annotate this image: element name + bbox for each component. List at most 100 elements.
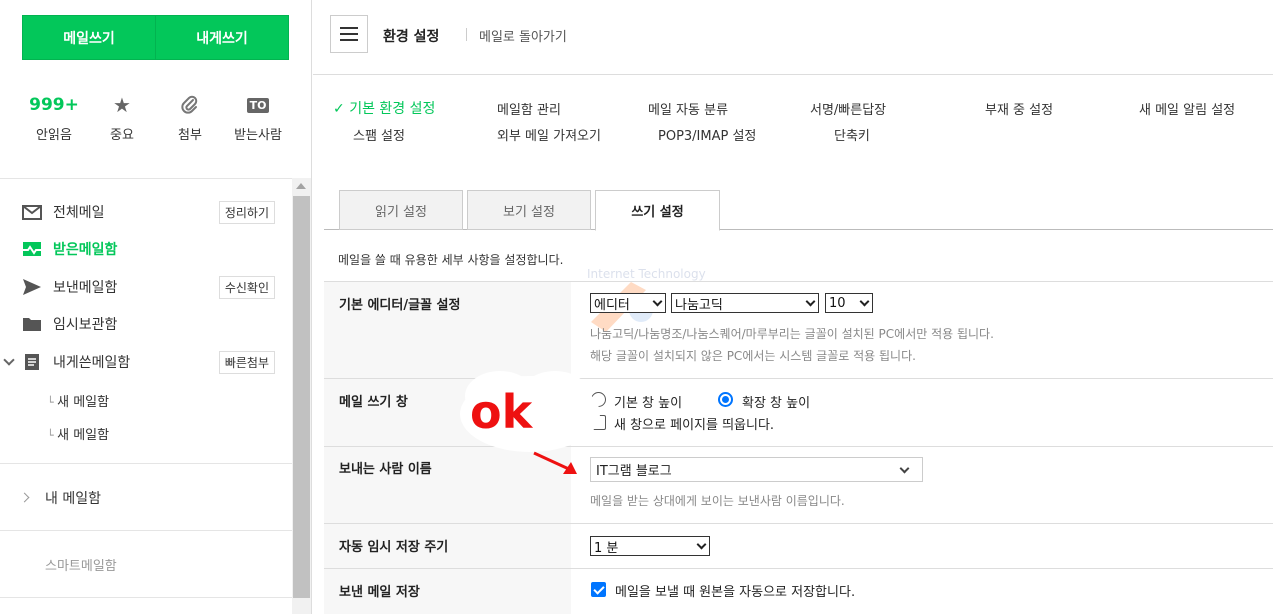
paperclip-icon	[181, 92, 199, 118]
folder-to-me[interactable]: 내게쓴메일함 빠른첨부	[0, 347, 290, 377]
chevron-down-icon	[805, 296, 816, 307]
folder-label: 전체메일	[53, 205, 105, 221]
nav-pop3-imap[interactable]: POP3/IMAP 설정	[658, 125, 756, 144]
nav-out-of-office[interactable]: 부재 중 설정	[985, 99, 1053, 118]
unread-count: 999+	[29, 95, 79, 115]
nav-label: 기본 환경 설정	[349, 101, 436, 117]
editor-select[interactable]: 에디터	[590, 293, 666, 313]
scroll-up-icon[interactable]	[296, 183, 306, 189]
my-mailbox[interactable]: 내 메일함	[0, 483, 290, 513]
nav-auto-filter[interactable]: 메일 자동 분류	[648, 99, 728, 118]
folder-label: 받은메일함	[53, 242, 118, 258]
app-window: 메일쓰기 내게쓰기 999+ 안읽음 ★ 중요 첨부 TO 받는사람 전체메일 …	[0, 0, 1273, 614]
chevron-right-icon[interactable]	[19, 492, 30, 503]
menu-icon-line	[340, 39, 358, 41]
sidebar: 메일쓰기 내게쓰기 999+ 안읽음 ★ 중요 첨부 TO 받는사람 전체메일 …	[0, 0, 312, 614]
font-note-2: 해당 글꼴이 설치되지 않은 PC에서는 시스템 글꼴로 적용 됩니다.	[590, 349, 916, 363]
document-icon	[22, 353, 42, 371]
subfolder-label: 새 메일함	[57, 428, 110, 443]
new-window-label: 새 창으로 페이지를 띄웁니다.	[614, 418, 775, 433]
font-note-1: 나눔고딕/나눔명조/나눔스퀘어/마루부리는 글꼴이 설치된 PC에서만 적용 됩…	[590, 327, 994, 341]
font-select[interactable]: 나눔고딕	[671, 293, 819, 313]
tab-write-settings[interactable]: 쓰기 설정	[595, 190, 720, 231]
quick-filters: 999+ 안읽음 ★ 중요 첨부 TO 받는사람	[20, 92, 292, 143]
unread-filter[interactable]: 999+ 안읽음	[20, 92, 88, 143]
nav-basic-settings[interactable]: ✓ 기본 환경 설정	[333, 98, 435, 118]
folder-icon	[22, 315, 42, 333]
important-filter[interactable]: ★ 중요	[88, 92, 156, 143]
branch-icon: └	[47, 396, 58, 409]
section-description: 메일을 쓸 때 유용한 세부 사항을 설정합니다.	[338, 253, 564, 267]
quick-attach-button[interactable]: 빠른첨부	[218, 350, 275, 374]
divider	[0, 597, 292, 598]
select-value: 에디터	[594, 297, 630, 313]
top-bar: 환경 설정 메일로 돌아가기	[313, 0, 1273, 75]
autosave-interval-select[interactable]: 1 분	[590, 536, 710, 556]
save-sent-label: 메일을 보낼 때 원본을 자동으로 저장합니다.	[615, 585, 856, 600]
send-icon	[22, 278, 42, 296]
recipient-filter[interactable]: TO 받는사람	[224, 92, 292, 143]
chevron-down-icon	[696, 539, 707, 550]
select-value: 나눔고딕	[675, 297, 723, 313]
folder-drafts[interactable]: 임시보관함	[0, 309, 290, 339]
subfolder-item[interactable]: └ 새 메일함	[47, 424, 109, 443]
folder-label: 임시보관함	[53, 317, 118, 333]
row-label-text: 보낸 메일 저장	[339, 585, 420, 600]
settings-tabs: 읽기 설정 보기 설정 쓰기 설정	[324, 190, 1273, 231]
extended-height-radio[interactable]	[718, 392, 733, 407]
chevron-down-icon	[652, 296, 663, 307]
folder-all-mail[interactable]: 전체메일 정리하기	[0, 197, 290, 227]
nav-new-mail-alert[interactable]: 새 메일 알림 설정	[1139, 99, 1235, 118]
divider	[0, 178, 292, 179]
row-label: 기본 에디터/글꼴 설정	[324, 282, 571, 378]
nav-spam-settings[interactable]: 스팸 설정	[353, 125, 405, 144]
important-label: 중요	[110, 128, 134, 143]
annotation-ok-text: ok	[470, 385, 533, 439]
chevron-down-icon	[859, 296, 870, 307]
nav-external-mail[interactable]: 외부 메일 가져오기	[497, 125, 601, 144]
subfolder-item[interactable]: └ 새 메일함	[47, 391, 109, 410]
folder-label: 내게쓴메일함	[53, 355, 131, 371]
to-icon: TO	[246, 92, 270, 118]
back-to-mail-link[interactable]: 메일로 돌아가기	[479, 26, 567, 45]
sidebar-scrollbar[interactable]	[292, 178, 311, 614]
folder-inbox[interactable]: 받은메일함	[0, 234, 290, 264]
nav-shortcuts[interactable]: 단축키	[834, 125, 870, 144]
smart-mailbox-label: 스마트메일함	[45, 558, 117, 574]
envelope-icon	[22, 203, 42, 221]
font-size-select[interactable]: 10	[825, 293, 873, 313]
divider	[0, 463, 292, 464]
save-sent-checkbox[interactable]	[591, 582, 606, 597]
select-value: IT그램 블로그	[596, 464, 672, 479]
nav-mailbox-management[interactable]: 메일함 관리	[497, 99, 561, 118]
organize-button[interactable]: 정리하기	[218, 200, 275, 224]
attachment-label: 첨부	[178, 128, 202, 143]
nav-signature[interactable]: 서명/빠른답장	[810, 99, 886, 118]
branch-icon: └	[47, 429, 58, 442]
tab-view-settings[interactable]: 보기 설정	[467, 190, 591, 230]
title-divider	[466, 28, 467, 41]
menu-button[interactable]	[330, 15, 368, 53]
scrollbar-thumb[interactable]	[293, 196, 310, 598]
select-value: 1 분	[594, 540, 619, 556]
settings-main: 환경 설정 메일로 돌아가기 ✓ 기본 환경 설정 메일함 관리 메일 자동 분…	[313, 0, 1273, 614]
annotation-arrow-icon	[533, 451, 577, 474]
my-mailbox-label: 내 메일함	[45, 491, 101, 507]
smart-mailbox[interactable]: 스마트메일함	[0, 549, 290, 579]
row-label: 자동 임시 저장 주기	[324, 524, 571, 568]
folder-sent[interactable]: 보낸메일함 수신확인	[0, 272, 290, 302]
unread-label: 안읽음	[36, 128, 72, 143]
write-to-me-button[interactable]: 내게쓰기	[155, 15, 289, 60]
folder-label: 보낸메일함	[53, 280, 118, 296]
chevron-down-icon[interactable]	[3, 354, 15, 366]
star-icon: ★	[113, 93, 131, 117]
tab-read-settings[interactable]: 읽기 설정	[339, 190, 463, 230]
row-autosave: 자동 임시 저장 주기	[324, 523, 1273, 568]
sender-name-select[interactable]: IT그램 블로그	[590, 457, 923, 482]
read-receipt-button[interactable]: 수신확인	[218, 275, 275, 299]
row-label-text: 기본 에디터/글꼴 설정	[339, 298, 461, 313]
write-mail-button[interactable]: 메일쓰기	[22, 15, 156, 60]
check-icon: ✓	[333, 101, 345, 117]
menu-icon-line	[340, 33, 358, 35]
attachment-filter[interactable]: 첨부	[156, 92, 224, 143]
